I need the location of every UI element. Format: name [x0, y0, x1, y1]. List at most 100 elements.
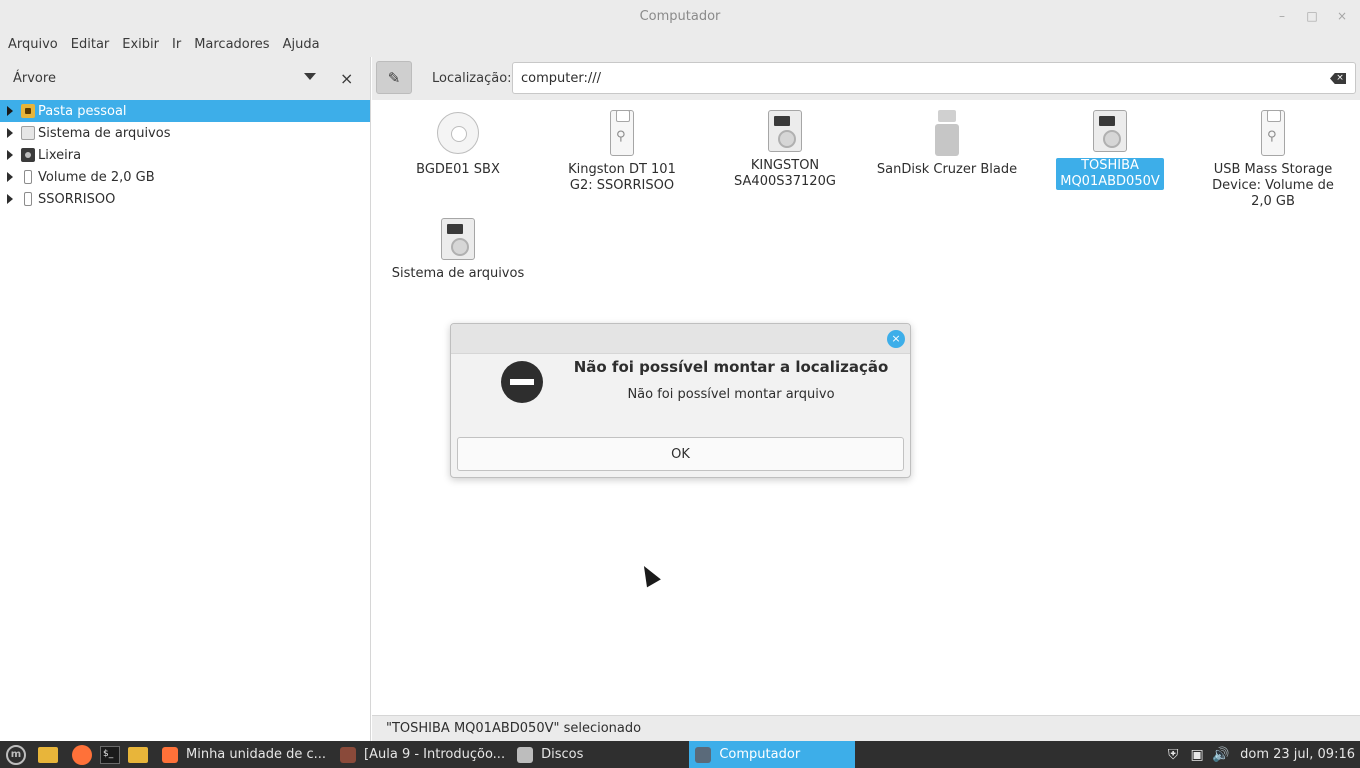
sidebar-item-label: Lixeira	[38, 147, 82, 163]
taskbar: m $_ Minha unidade de c... [Aula 9 - Int…	[0, 741, 1360, 768]
folder-icon	[128, 746, 148, 763]
close-icon[interactable]: ×	[1332, 6, 1352, 26]
drive-label: BGDE01 SBX	[416, 162, 500, 177]
taskbar-window-label: Discos	[541, 747, 584, 762]
pencil-icon: ✎	[387, 68, 401, 87]
sidebar-close-icon[interactable]: ×	[340, 69, 353, 88]
dialog-heading: Não foi possível montar a localização	[573, 358, 889, 376]
expand-arrow-icon[interactable]	[7, 172, 13, 182]
files-launcher-2[interactable]	[126, 744, 150, 766]
firefox-launcher[interactable]	[70, 744, 94, 766]
folder-icon	[38, 746, 58, 763]
menu-launcher[interactable]: m	[4, 744, 28, 766]
status-text: "TOSHIBA MQ01ABD050V" selecionado	[386, 721, 642, 736]
chevron-down-icon[interactable]	[304, 73, 316, 80]
menu-ir[interactable]: Ir	[168, 37, 185, 52]
location-toolbar: ✎ Localização: ×	[372, 57, 1360, 100]
menu-exibir[interactable]: Exibir	[118, 37, 163, 52]
sidebar-item-sistema-de-arquivos[interactable]: Sistema de arquivos	[0, 122, 370, 144]
expand-arrow-icon[interactable]	[7, 106, 13, 116]
filesystem-icon	[21, 126, 35, 140]
expand-arrow-icon[interactable]	[7, 150, 13, 160]
menu-editar[interactable]: Editar	[67, 37, 114, 52]
window-controls: – □ ×	[1272, 6, 1352, 26]
expand-arrow-icon[interactable]	[7, 194, 13, 204]
sidebar-item-label: Pasta pessoal	[38, 103, 127, 119]
menubar: Arquivo Editar Exibir Ir Marcadores Ajud…	[0, 32, 1360, 57]
drive-item[interactable]: Kingston DT 101 G2: SSORRISOO	[547, 110, 697, 194]
hard-disk-icon	[1093, 110, 1127, 152]
error-dialog: × Não foi possível montar a localização …	[450, 323, 911, 478]
error-icon	[501, 361, 543, 403]
status-bar: "TOSHIBA MQ01ABD050V" selecionado	[372, 715, 1360, 741]
trash-icon	[21, 148, 35, 162]
home-folder-icon	[21, 104, 35, 118]
dialog-titlebar[interactable]: ×	[451, 324, 910, 354]
taskbar-window-aula[interactable]: [Aula 9 - Introduçõo...	[334, 741, 511, 768]
sidebar-item-lixeira[interactable]: Lixeira	[0, 144, 370, 166]
taskbar-window-label: Minha unidade de c...	[186, 747, 327, 762]
disks-icon	[517, 746, 534, 763]
sidebar-item-label: SSORRISOO	[38, 191, 116, 207]
minimize-icon[interactable]: –	[1272, 6, 1292, 26]
volume-icon[interactable]: 🔊	[1212, 746, 1230, 764]
drive-item[interactable]: KINGSTON SA400S37120G	[710, 110, 860, 190]
window-title: Computador	[639, 8, 721, 24]
app-icon	[340, 746, 357, 763]
menu-arquivo[interactable]: Arquivo	[4, 37, 62, 52]
terminal-icon: $_	[100, 745, 120, 764]
mint-menu-icon: m	[6, 744, 26, 765]
drive-label: SanDisk Cruzer Blade	[876, 162, 1018, 177]
menu-marcadores[interactable]: Marcadores	[190, 37, 273, 52]
drive-label: Kingston DT 101 G2: SSORRISOO	[568, 162, 676, 193]
drive-item[interactable]: TOSHIBA MQ01ABD050V	[1035, 110, 1185, 190]
hard-disk-icon	[441, 218, 475, 260]
location-label: Localização:	[432, 71, 512, 86]
taskbar-window-firefox[interactable]: Minha unidade de c...	[156, 741, 332, 768]
location-input[interactable]	[512, 62, 1356, 94]
firefox-icon	[72, 744, 92, 765]
taskbar-window-label: Computador	[719, 747, 801, 762]
drive-item[interactable]: USB Mass Storage Device: Volume de 2,0 G…	[1198, 110, 1348, 210]
shield-icon[interactable]: ⛨	[1164, 746, 1182, 764]
drive-label: KINGSTON SA400S37120G	[734, 158, 836, 189]
sidebar-item-ssorrisoo[interactable]: SSORRISOO	[0, 188, 370, 210]
sidebar: Árvore × Pasta pessoal Sistema de arquiv…	[0, 57, 371, 741]
files-launcher[interactable]	[36, 744, 60, 766]
drive-label: TOSHIBA MQ01ABD050V	[1056, 158, 1164, 190]
computer-icon	[695, 746, 712, 763]
taskbar-window-discos[interactable]: Discos	[511, 741, 589, 768]
expand-arrow-icon[interactable]	[7, 128, 13, 138]
sidebar-header: Árvore ×	[0, 57, 370, 100]
sidebar-item-pasta-pessoal[interactable]: Pasta pessoal	[0, 100, 370, 122]
window-titlebar[interactable]: Computador – □ ×	[0, 0, 1360, 32]
sidebar-item-volume-2gb[interactable]: Volume de 2,0 GB	[0, 166, 370, 188]
menu-ajuda[interactable]: Ajuda	[279, 37, 324, 52]
system-tray: ⛨ ▣ 🔊 dom 23 jul, 09:16	[1164, 741, 1360, 768]
optical-disc-icon	[437, 112, 479, 154]
terminal-launcher[interactable]: $_	[98, 744, 122, 766]
taskbar-window-computador[interactable]: Computador	[689, 741, 856, 768]
drive-label: Sistema de arquivos	[391, 266, 525, 281]
taskbar-window-label: [Aula 9 - Introduçõo...	[364, 747, 506, 762]
sidebar-item-label: Sistema de arquivos	[38, 125, 171, 141]
maximize-icon[interactable]: □	[1302, 6, 1322, 26]
usb-drive-icon	[1261, 110, 1285, 156]
network-icon[interactable]: ▣	[1188, 746, 1206, 764]
usb-drive-icon	[610, 110, 634, 156]
sidebar-title: Árvore	[13, 71, 56, 86]
ok-button[interactable]: OK	[457, 437, 904, 471]
drive-label: USB Mass Storage Device: Volume de 2,0 G…	[1212, 162, 1334, 209]
dialog-close-icon[interactable]: ×	[887, 330, 905, 348]
firefox-icon	[162, 746, 178, 763]
dialog-message: Não foi possível montar arquivo	[627, 387, 835, 402]
usb-stick-icon	[935, 110, 959, 156]
clock[interactable]: dom 23 jul, 09:16	[1240, 747, 1355, 762]
edit-location-button[interactable]: ✎	[376, 61, 412, 94]
drive-item[interactable]: BGDE01 SBX	[383, 110, 533, 178]
drive-item[interactable]: SanDisk Cruzer Blade	[872, 110, 1022, 178]
hard-disk-icon	[768, 110, 802, 152]
sidebar-item-label: Volume de 2,0 GB	[38, 169, 155, 185]
usb-drive-icon	[24, 170, 32, 184]
drive-item[interactable]: Sistema de arquivos	[383, 218, 533, 282]
